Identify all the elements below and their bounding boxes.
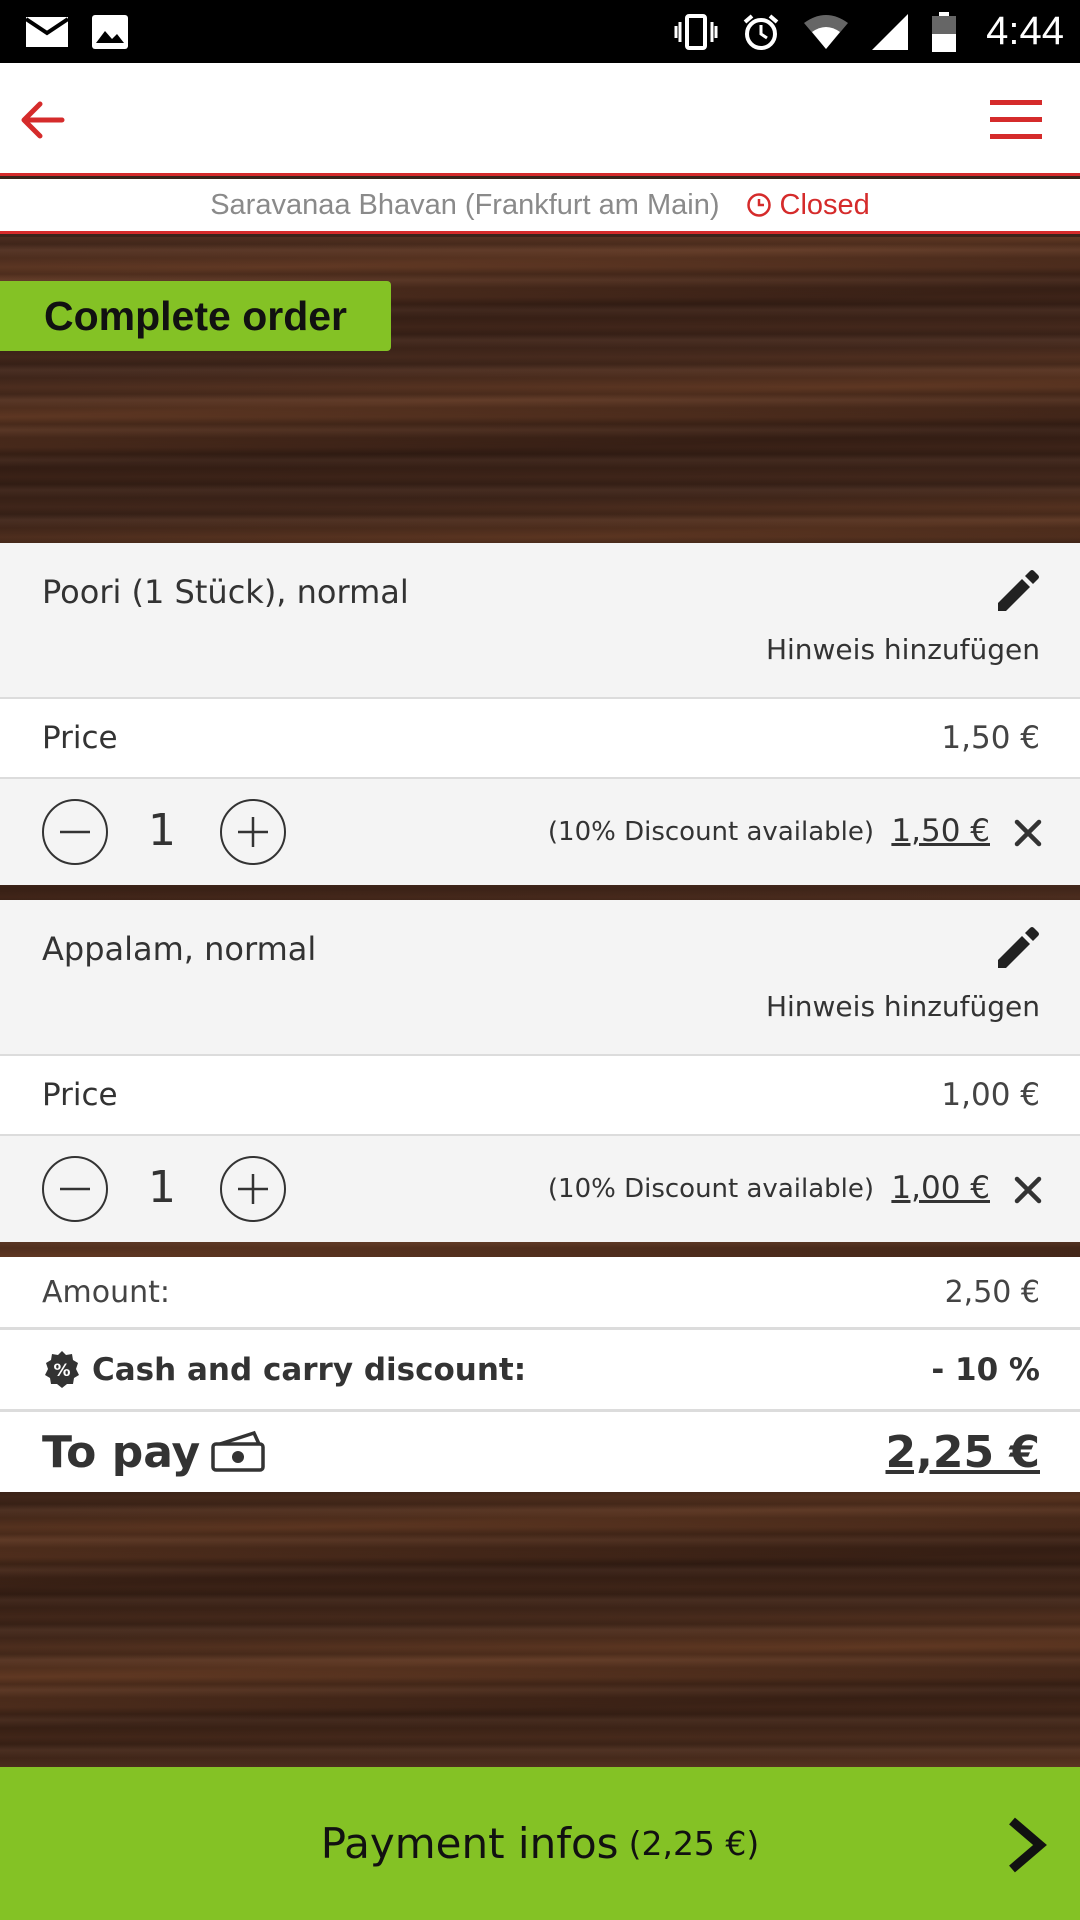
close-icon[interactable]: [1012, 817, 1044, 849]
clock-time: 4:44: [986, 9, 1064, 53]
payment-infos-button[interactable]: Payment infos (2,25 €): [0, 1767, 1080, 1920]
close-icon[interactable]: [1012, 1174, 1044, 1206]
amount-label: Amount:: [42, 1274, 170, 1310]
clock-icon: [746, 193, 771, 217]
price-row: Price 1,00 €: [0, 1056, 1080, 1136]
payment-button-label: Payment infos: [320, 1819, 619, 1868]
discount-value: - 10 %: [931, 1351, 1040, 1388]
amount-row: Amount: 2,50 €: [0, 1257, 1080, 1330]
page-title: Complete order: [0, 281, 391, 351]
image-icon: [92, 14, 128, 49]
item-name: Appalam, normal: [42, 930, 317, 968]
pencil-icon[interactable]: [994, 926, 1040, 972]
price-row: Price 1,50 €: [0, 699, 1080, 779]
quantity-value: 1: [148, 805, 176, 856]
amount-value: 2,50 €: [944, 1274, 1040, 1310]
discount-row: % Cash and carry discount: - 10 %: [0, 1330, 1080, 1412]
increase-quantity-button[interactable]: [220, 799, 286, 865]
restaurant-info-bar: Saravanaa Bhavan (Frankfurt am Main) Clo…: [0, 179, 1080, 234]
quantity-row: 1 (10% Discount available) 1,50 €: [0, 779, 1080, 885]
cash-icon: [211, 1430, 265, 1472]
add-note-link[interactable]: Hinweis hinzufügen: [766, 633, 1040, 666]
to-pay-row: To pay 2,25 €: [0, 1412, 1080, 1492]
to-pay-value: 2,25 €: [885, 1426, 1041, 1478]
discount-label-group: % Cash and carry discount:: [42, 1350, 526, 1390]
increase-quantity-button[interactable]: [220, 1156, 286, 1222]
decrease-quantity-button[interactable]: [42, 1156, 108, 1222]
plus-icon: [238, 1174, 268, 1204]
wifi-icon: [804, 14, 849, 49]
minus-icon: [60, 830, 90, 834]
battery-icon: [932, 11, 957, 52]
order-item: Appalam, normal Hinweis hinzufügen Price…: [0, 900, 1080, 1242]
payment-button-amount: (2,25 €): [628, 1824, 760, 1863]
to-pay-label-group: To pay: [42, 1427, 268, 1478]
discount-note: (10% Discount available): [547, 817, 874, 847]
discount-label: Cash and carry discount:: [92, 1351, 527, 1388]
hamburger-menu-icon[interactable]: [990, 98, 1042, 142]
add-note-link[interactable]: Hinweis hinzufügen: [766, 990, 1040, 1023]
order-item-header: Poori (1 Stück), normal Hinweis hinzufüg…: [0, 543, 1080, 699]
minus-icon: [60, 1187, 90, 1191]
price-label: Price: [42, 1077, 118, 1113]
app-bar: [0, 63, 1080, 176]
vibrate-icon: [674, 13, 718, 50]
restaurant-name: Saravanaa Bhavan (Frankfurt am Main): [210, 188, 720, 221]
opening-status: Closed: [746, 189, 870, 222]
percent-badge-icon: %: [45, 1350, 79, 1388]
item-name: Poori (1 Stück), normal: [42, 573, 409, 611]
to-pay-label: To pay: [42, 1426, 201, 1478]
quantity-row: 1 (10% Discount available) 1,00 €: [0, 1136, 1080, 1242]
status-bar: 4:44: [0, 0, 1080, 63]
line-total: 1,00 €: [891, 1170, 990, 1206]
chevron-right-icon: [1009, 1817, 1047, 1873]
opening-status-text: Closed: [779, 188, 870, 221]
discount-note: (10% Discount available): [547, 1174, 874, 1204]
price-value: 1,50 €: [941, 720, 1040, 756]
mail-icon: [26, 16, 68, 47]
order-item-header: Appalam, normal Hinweis hinzufügen: [0, 900, 1080, 1056]
quantity-value: 1: [148, 1162, 176, 1213]
order-totals: Amount: 2,50 € % Cash and carry discount…: [0, 1257, 1080, 1492]
order-item: Poori (1 Stück), normal Hinweis hinzufüg…: [0, 543, 1080, 885]
line-total: 1,50 €: [891, 813, 990, 849]
arrow-left-icon[interactable]: [18, 96, 66, 144]
signal-icon: [872, 13, 909, 50]
svg-text:%: %: [53, 1361, 70, 1381]
alarm-icon: [743, 13, 779, 50]
plus-icon: [238, 817, 268, 847]
price-label: Price: [42, 720, 118, 756]
pencil-icon[interactable]: [994, 569, 1040, 615]
price-value: 1,00 €: [941, 1077, 1040, 1113]
decrease-quantity-button[interactable]: [42, 799, 108, 865]
